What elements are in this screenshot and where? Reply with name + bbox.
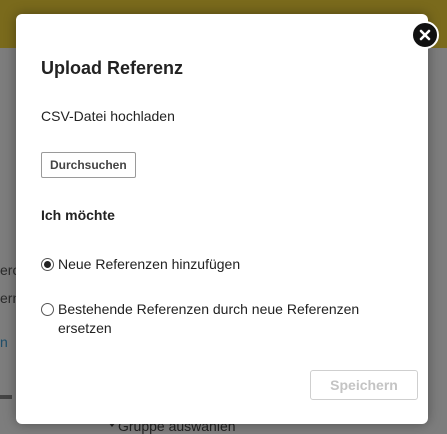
background-link-fragment: n — [0, 334, 8, 350]
radio-label-replace-existing: Bestehende Referenzen durch neue Referen… — [58, 301, 360, 336]
browse-button[interactable]: Durchsuchen — [41, 152, 136, 178]
background-divider — [0, 395, 12, 399]
dialog-title: Upload Referenz — [41, 58, 184, 78]
close-icon — [419, 29, 431, 41]
option-section-label: Ich möchte — [41, 207, 115, 223]
close-button[interactable] — [411, 21, 439, 49]
radio-button-replace-existing[interactable] — [41, 303, 54, 316]
radio-label-add-new: Neue Referenzen hinzufügen — [58, 256, 241, 272]
radio-button-add-new[interactable] — [41, 258, 54, 271]
save-button[interactable]: Speichern — [310, 370, 418, 400]
radio-option-replace-existing[interactable]: Bestehende Referenzen durch neue Referen… — [41, 300, 361, 338]
radio-option-add-new[interactable]: Neue Referenzen hinzufügen — [41, 255, 240, 274]
upload-reference-dialog: Upload Referenz CSV-Datei hochladen Durc… — [16, 14, 428, 424]
csv-file-label: CSV-Datei hochladen — [41, 108, 175, 124]
